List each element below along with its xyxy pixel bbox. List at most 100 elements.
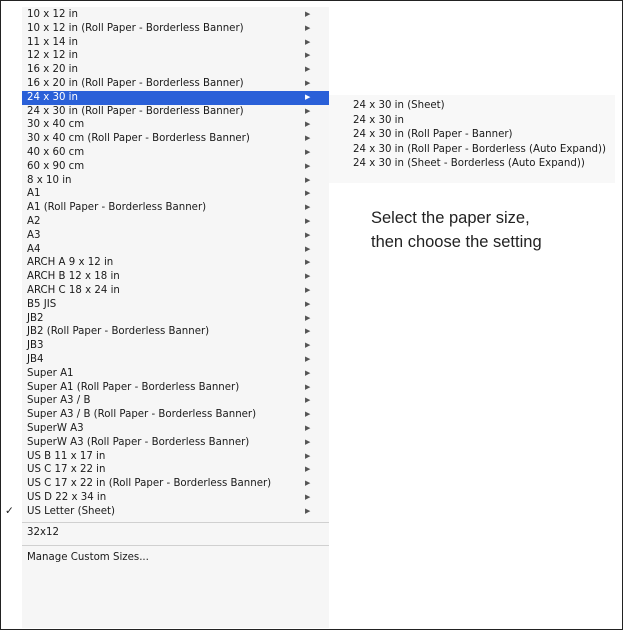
menu-item-label: A4 [27,243,41,255]
menu-item[interactable]: SuperW A3 (Roll Paper - Borderless Banne… [22,436,329,450]
menu-item[interactable]: JB4 ▶ [22,353,329,367]
menu-item-label: US B 11 x 17 in [27,450,106,462]
menu-item[interactable]: 40 x 60 cm ▶ [22,146,329,160]
menu-item[interactable]: 24 x 30 in (Roll Paper - Borderless Bann… [22,105,329,119]
menu-item[interactable]: B5 JIS ▶ [22,298,329,312]
submenu-arrow-icon: ▶ [305,37,311,46]
menu-item-label: 16 x 20 in [27,64,78,76]
submenu-item-label: 24 x 30 in (Sheet - Borderless (Auto Exp… [353,158,585,170]
submenu-arrow-icon: ▶ [305,493,311,501]
menu-item[interactable]: 30 x 40 cm (Roll Paper - Borderless Bann… [22,132,329,146]
menu-item-label: US C 17 x 22 in [27,464,106,476]
menu-item[interactable]: JB2 (Roll Paper - Borderless Banner) ▶ [22,325,329,339]
submenu-arrow-icon: ▶ [305,286,311,294]
menu-item-label: 11 x 14 in [27,36,78,48]
menu-item-label: ARCH B 12 x 18 in [27,271,120,283]
menu-item[interactable]: US B 11 x 17 in ▶ [22,450,329,464]
menu-item[interactable]: A4 ▶ [22,243,329,257]
menu-item[interactable]: 16 x 20 in (Roll Paper - Borderless Bann… [22,77,329,91]
menu-item[interactable]: 60 x 90 cm ▶ [22,160,329,174]
menu-item-label: A3 [27,229,41,241]
menu-item[interactable]: 24 x 30 in ▶ [22,90,329,105]
paper-size-submenu: 24 x 30 in (Sheet) 24 x 30 in 24 x 30 in (… [329,95,615,183]
submenu-item[interactable]: 24 x 30 in (Roll Paper - Banner) [329,128,615,143]
submenu-arrow-icon: ▶ [305,451,311,460]
menu-item[interactable]: Super A3 / B (Roll Paper - Borderless Ba… [22,408,329,422]
submenu-arrow-icon: ▶ [305,230,311,239]
menu-item-label: 16 x 20 in (Roll Paper - Borderless Bann… [27,78,244,89]
menu-item[interactable]: US C 17 x 22 in (Roll Paper - Borderless… [22,477,329,491]
menu-item[interactable]: US D 22 x 34 in ▶ [22,491,329,505]
menu-item-label: 8 x 10 in [27,174,72,186]
menu-item-label: ARCH A 9 x 12 in [27,257,114,269]
menu-item-label: 24 x 30 in [27,91,78,103]
menu-item-label: 10 x 12 in (Roll Paper - Borderless Bann… [27,22,244,34]
submenu-arrow-icon: ▶ [305,217,311,225]
submenu-arrow-icon: ▶ [305,244,311,253]
submenu-item[interactable]: 24 x 30 in (Sheet) [329,99,615,114]
submenu-arrow-icon: ▶ [305,175,311,184]
menu-item-label: B5 JIS [27,298,57,310]
submenu-item-label: 24 x 30 in (Roll Paper - Banner) [353,129,513,141]
manage-custom-sizes-label: Manage Custom Sizes... [27,551,149,563]
menu-item[interactable]: 10 x 12 in (Roll Paper - Borderless Bann… [22,22,329,36]
menu-item-label: Super A3 / B [27,395,91,407]
menu-item[interactable]: 11 x 14 in ▶ [22,36,329,50]
submenu-arrow-icon: ▶ [305,355,311,363]
menu-item[interactable]: A2 ▶ [22,215,329,229]
submenu-arrow-icon: ▶ [305,479,311,488]
menu-separator [22,521,329,523]
custom-size-label: 32x12 [27,526,59,538]
custom-size-item[interactable]: 32x12 [22,524,329,542]
submenu-arrow-icon: ▶ [305,65,311,74]
submenu-arrow-icon: ▶ [305,506,311,515]
menu-item[interactable]: ARCH C 18 x 24 in ▶ [22,284,329,298]
menu-item[interactable]: JB3 ▶ [22,339,329,353]
menu-item[interactable]: Super A3 / B ▶ [22,394,329,408]
menu-item[interactable]: ARCH B 12 x 18 in ▶ [22,270,329,284]
menu-item[interactable]: JB2 ▶ [22,312,329,326]
menu-item[interactable]: US C 17 x 22 in ▶ [22,463,329,477]
menu-item-label: SuperW A3 [27,423,84,434]
menu-item[interactable]: Super A1 ▶ [22,367,329,381]
menu-item[interactable]: A1 ▶ [22,187,329,201]
checkmark-icon: ✓ [5,504,14,517]
menu-item[interactable]: A3 ▶ [22,229,329,243]
menu-item-label: Super A1 (Roll Paper - Borderless Banner… [27,381,240,393]
menu-item[interactable]: 10 x 12 in ▶ [22,8,329,22]
menu-item[interactable]: SuperW A3 ▶ [22,422,329,436]
submenu-item[interactable]: 24 x 30 in (Sheet - Borderless (Auto Exp… [329,157,615,172]
menu-item-label: A1 [27,188,41,200]
submenu-arrow-icon: ▶ [305,327,311,336]
menu-item-label: JB2 [27,312,44,324]
menu-item-label: JB4 [27,354,44,365]
submenu-arrow-icon: ▶ [305,106,311,115]
submenu-item[interactable]: 24 x 30 in (Roll Paper - Borderless (Aut… [329,143,615,158]
menu-item-label: SuperW A3 (Roll Paper - Borderless Banne… [27,436,250,448]
menu-item-label: JB2 (Roll Paper - Borderless Banner) [27,326,210,338]
menu-item[interactable]: 12 x 12 in ▶ [22,49,329,63]
menu-item[interactable]: ARCH A 9 x 12 in ▶ [22,256,329,270]
submenu-item-label: 24 x 30 in (Sheet) [353,100,445,111]
menu-item-label: A2 [27,216,41,227]
menu-item[interactable]: 30 x 40 cm ▶ [22,118,329,132]
submenu-arrow-icon: ▶ [305,23,311,32]
paper-size-menu: 10 x 12 in ▶ 10 x 12 in (Roll Paper - Bord… [5,7,329,628]
submenu-arrow-icon: ▶ [305,382,311,391]
submenu-arrow-icon: ▶ [305,51,311,60]
menu-item[interactable]: Super A1 (Roll Paper - Borderless Banner… [22,381,329,395]
menu-item[interactable]: A1 (Roll Paper - Borderless Banner) ▶ [22,201,329,215]
submenu-arrow-icon: ▶ [305,341,311,350]
callout-line-1: Select the paper size, [371,209,530,227]
submenu-arrow-icon: ▶ [305,437,311,446]
submenu-arrow-icon: ▶ [305,134,311,143]
menu-item[interactable]: 8 x 10 in ▶ [22,174,329,188]
menu-item-label: Super A3 / B (Roll Paper - Borderless Ba… [27,409,257,421]
manage-custom-sizes-item[interactable]: Manage Custom Sizes... [22,549,329,567]
menu-item-label: A1 (Roll Paper - Borderless Banner) [27,202,207,214]
menu-separator [22,544,329,546]
menu-item[interactable]: 16 x 20 in ▶ [22,63,329,77]
submenu-item[interactable]: 24 x 30 in [329,114,615,129]
menu-item[interactable]: ✓ US Letter (Sheet) ▶ [5,505,329,519]
submenu-item-label: 24 x 30 in [353,114,404,126]
